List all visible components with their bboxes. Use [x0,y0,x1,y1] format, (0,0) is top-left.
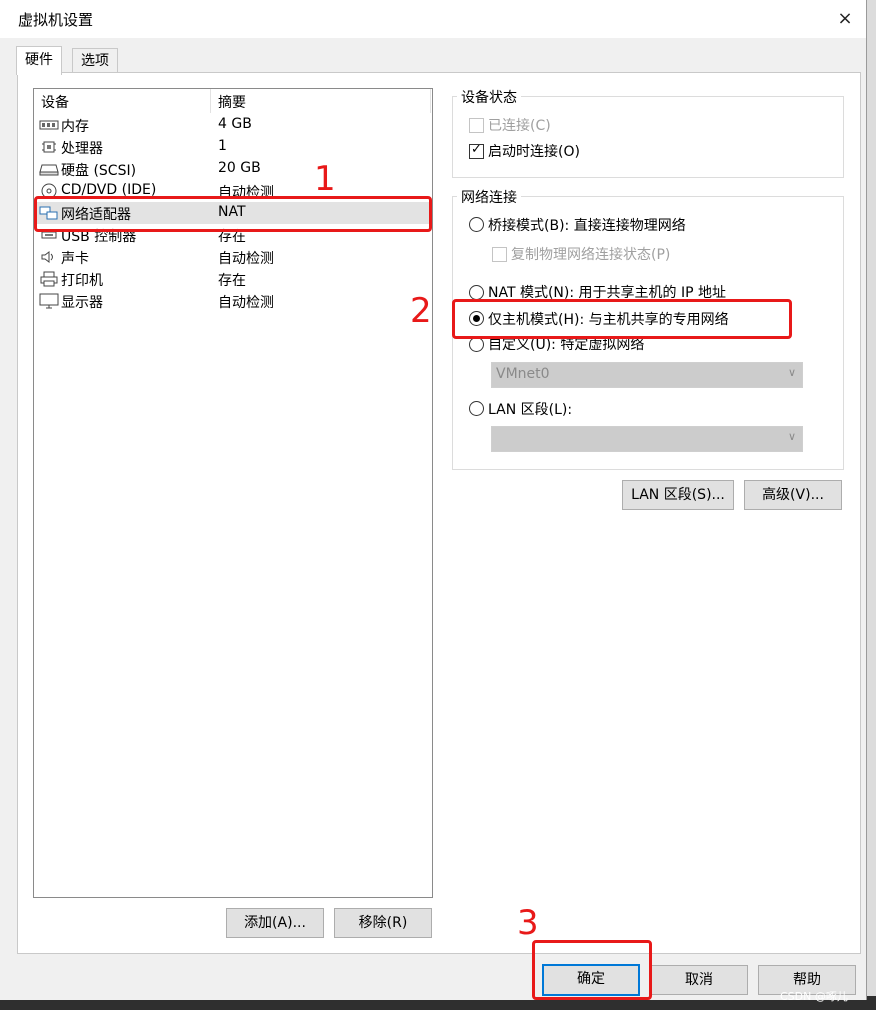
display-icon [39,293,59,309]
tab-options[interactable]: 选项 [72,48,118,73]
advanced-button[interactable]: 高级(V)... [744,480,842,510]
background-window-strip-right [866,0,876,1010]
device-row-hard-disk[interactable]: 硬盘 (SCSI) 20 GB [34,158,430,180]
device-name: 硬盘 (SCSI) [61,163,137,179]
device-name: 处理器 [61,141,103,157]
processor-icon [42,141,56,153]
annotation-number-3: 3 [517,903,539,943]
column-header-summary[interactable]: 摘要 [218,92,246,112]
lan-segments-button[interactable]: LAN 区段(S)... [622,480,734,510]
device-row-printer[interactable]: 打印机 存在 [34,268,430,290]
bridged-mode-label: 桥接模式(B): 直接连接物理网络 [488,218,686,234]
device-name: 显示器 [61,295,103,311]
device-name: 声卡 [61,251,89,267]
connected-label: 已连接(C) [488,118,551,134]
cancel-button[interactable]: 取消 [650,965,748,995]
annotation-number-2: 2 [410,291,432,331]
title-bar: 虚拟机设置 × [0,0,866,38]
device-summary: 存在 [218,273,246,289]
connected-checkbox[interactable] [469,118,484,133]
memory-icon [39,120,59,130]
column-divider[interactable] [210,89,211,113]
chevron-down-icon: ∨ [787,430,796,443]
connect-at-power-on-label: 启动时连接(O) [488,144,580,160]
device-summary: 20 GB [218,160,261,176]
connect-at-power-on-checkbox[interactable]: ✓ [469,142,484,159]
custom-network-value: VMnet0 [496,366,550,382]
annotation-highlight-host-only [452,299,792,339]
nat-mode-radio[interactable] [469,285,484,300]
column-header-device[interactable]: 设备 [41,92,69,112]
annotation-highlight-network-adapter [34,196,432,232]
remove-device-button[interactable]: 移除(R) [334,908,432,938]
add-device-button[interactable]: 添加(A)... [226,908,324,938]
replicate-state-checkbox[interactable] [492,247,507,262]
group-title-network-connection: 网络连接 [457,187,521,207]
annotation-number-1: 1 [314,159,336,199]
device-row-memory[interactable]: 内存 4 GB [34,114,430,136]
device-status-group: 设备状态 已连接(C) ✓ 启动时连接(O) [452,87,844,178]
replicate-state-label: 复制物理网络连接状态(P) [511,247,671,263]
vm-settings-dialog: 虚拟机设置 × 硬件 选项 设备 摘要 内存 4 GB 处理器 1 硬盘 (SC… [0,0,867,1000]
hard-disk-icon [39,164,59,176]
printer-icon [40,271,58,287]
device-summary: 4 GB [218,116,252,132]
device-summary: 1 [218,138,227,154]
device-row-sound-card[interactable]: 声卡 自动检测 [34,246,430,268]
tab-hardware[interactable]: 硬件 [16,46,62,75]
custom-network-dropdown[interactable]: VMnet0 ∨ [491,362,803,388]
device-list-header: 设备 摘要 [34,89,432,113]
custom-network-radio[interactable] [469,337,484,352]
lan-segment-radio[interactable] [469,401,484,416]
device-row-processor[interactable]: 处理器 1 [34,136,430,158]
device-row-display[interactable]: 显示器 自动检测 [34,290,430,312]
device-summary: 自动检测 [218,295,274,311]
watermark: CSDN @啄儿 [780,990,848,1003]
device-name: 内存 [61,119,89,135]
window-title: 虚拟机设置 [18,11,94,29]
lan-segment-dropdown[interactable]: ∨ [491,426,803,452]
device-summary: 自动检测 [218,251,274,267]
group-title-device-status: 设备状态 [457,87,521,107]
device-name: 打印机 [61,273,103,289]
sound-card-icon [41,251,53,263]
lan-segment-label: LAN 区段(L): [488,402,573,418]
chevron-down-icon: ∨ [787,366,796,379]
close-button[interactable]: × [830,4,860,34]
column-divider[interactable] [430,89,431,113]
annotation-highlight-ok-button [532,940,652,1000]
bridged-mode-radio[interactable] [469,217,484,232]
close-icon: × [837,8,853,29]
